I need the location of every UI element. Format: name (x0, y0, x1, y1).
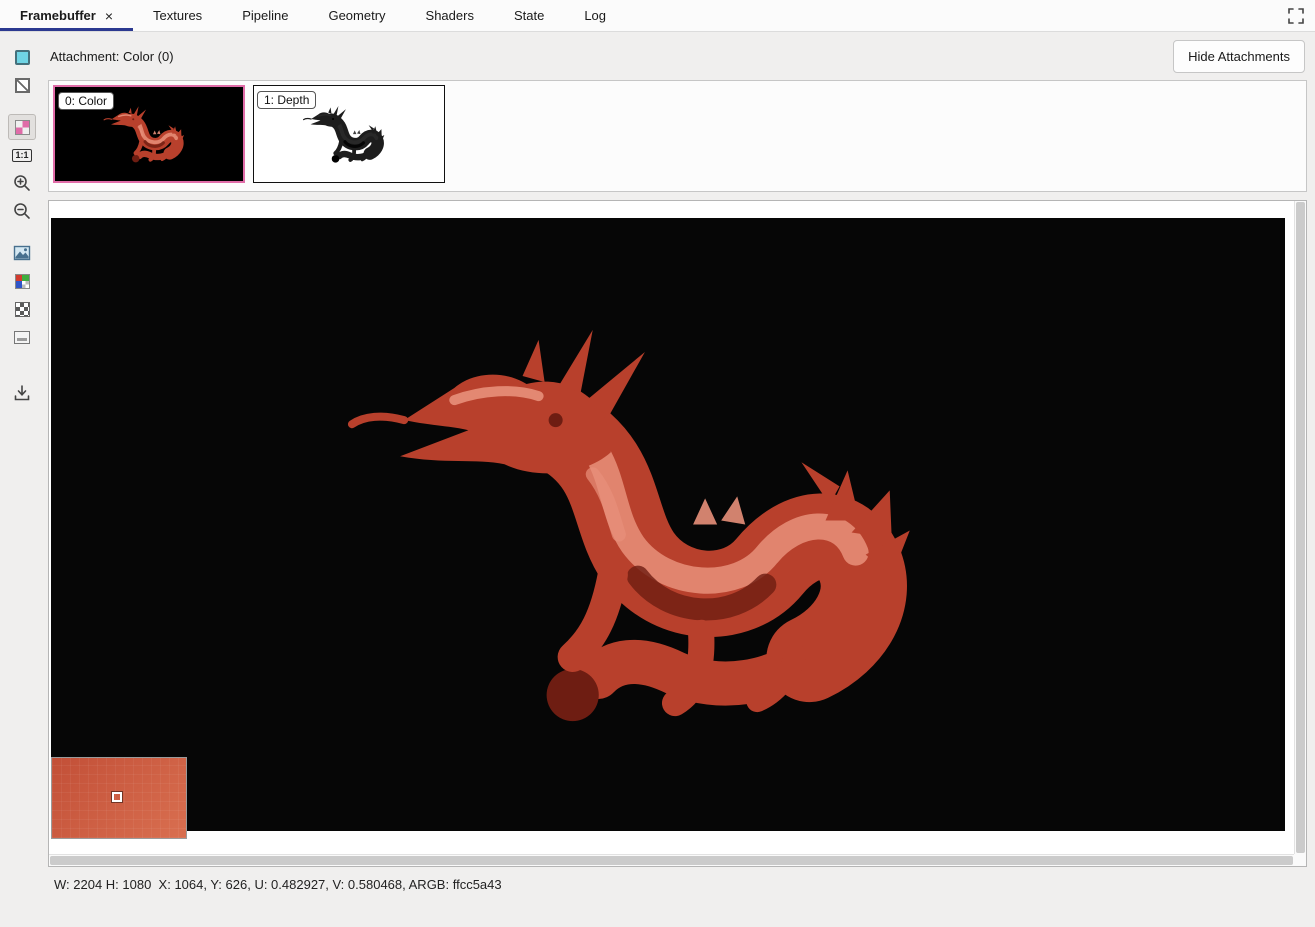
tab-bar: Framebuffer × Textures Pipeline Geometry… (0, 0, 1315, 32)
status-bar: W: 2204 H: 1080 X: 1064, Y: 626, U: 0.48… (48, 867, 1307, 901)
zoom-out-icon[interactable] (8, 198, 36, 224)
framebuffer-image[interactable] (51, 218, 1285, 831)
tab-log[interactable]: Log (564, 0, 626, 31)
tab-state[interactable]: State (494, 0, 564, 31)
attachment-chip-depth: 1: Depth (257, 91, 316, 109)
tab-log-label: Log (584, 8, 606, 23)
scrollbar-corner (1294, 854, 1306, 866)
flat-rect-glyph (14, 331, 30, 344)
attachments-strip: 0: Color 1: Depth (48, 80, 1307, 192)
save-image-icon[interactable] (8, 380, 36, 406)
tab-framebuffer-label: Framebuffer (20, 8, 96, 23)
tab-framebuffer[interactable]: Framebuffer × (0, 0, 133, 31)
fullscreen-icon[interactable] (1283, 3, 1309, 29)
tab-state-label: State (514, 8, 544, 23)
horizontal-scrollbar[interactable] (49, 854, 1294, 866)
magenta-checker-icon[interactable] (8, 114, 36, 140)
tab-pipeline-label: Pipeline (242, 8, 288, 23)
tab-geometry[interactable]: Geometry (308, 0, 405, 31)
checkerboard-background-icon[interactable] (8, 296, 36, 322)
dragon-render (51, 218, 1285, 831)
tab-geometry-label: Geometry (328, 8, 385, 23)
one-to-one-label: 1:1 (12, 149, 31, 162)
image-icon[interactable] (8, 240, 36, 266)
pixel-magnifier-preview (51, 757, 187, 839)
left-toolbar: 1:1 (0, 32, 44, 927)
hide-attachments-button[interactable]: Hide Attachments (1173, 40, 1305, 73)
horizontal-scrollbar-thumb[interactable] (50, 856, 1293, 865)
attachment-chip-color: 0: Color (58, 92, 114, 110)
solid-color-icon[interactable] (8, 44, 36, 70)
attachment-label: Attachment: Color (0) (50, 49, 174, 64)
alpha-slash-icon[interactable] (8, 72, 36, 98)
rgb-palette-glyph (15, 274, 30, 289)
framebuffer-viewport (48, 200, 1307, 867)
tab-pipeline[interactable]: Pipeline (222, 0, 308, 31)
main-panel: Attachment: Color (0) Hide Attachments 0… (44, 32, 1315, 927)
viewport-canvas[interactable] (50, 202, 1293, 853)
cyan-square-glyph (15, 50, 30, 65)
picked-pixel-cursor (112, 792, 122, 802)
tab-textures[interactable]: Textures (133, 0, 222, 31)
magenta-square-glyph (15, 120, 30, 135)
channels-palette-icon[interactable] (8, 268, 36, 294)
close-tab-icon[interactable]: × (105, 9, 113, 23)
content-area: 1:1 Attachment: Color (0) Hide (0, 32, 1315, 927)
checker-glyph (15, 302, 30, 317)
zoom-in-icon[interactable] (8, 170, 36, 196)
attachment-header: Attachment: Color (0) Hide Attachments (48, 32, 1307, 80)
flat-background-icon[interactable] (8, 324, 36, 350)
tab-shaders-label: Shaders (426, 8, 474, 23)
one-to-one-icon[interactable]: 1:1 (8, 142, 36, 168)
slash-square-glyph (15, 78, 30, 93)
tab-shaders[interactable]: Shaders (406, 0, 494, 31)
attachment-thumb-color[interactable]: 0: Color (53, 85, 245, 183)
attachment-thumb-depth[interactable]: 1: Depth (253, 85, 445, 183)
vertical-scrollbar[interactable] (1294, 201, 1306, 854)
vertical-scrollbar-thumb[interactable] (1296, 202, 1305, 853)
tab-textures-label: Textures (153, 8, 202, 23)
